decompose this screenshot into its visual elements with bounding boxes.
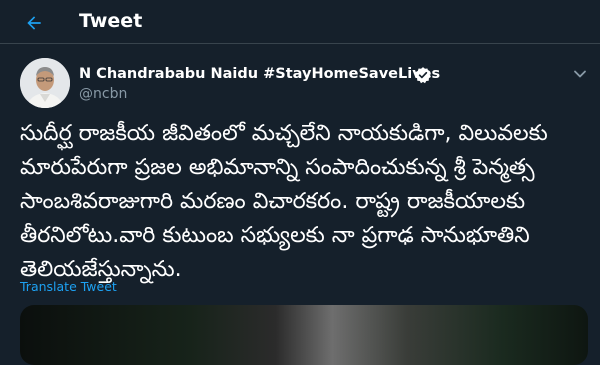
tweet-text-line: సాంబశివరాజుగారి మరణం విచారకరం. రాష్ట్ర ర…	[20, 189, 526, 214]
avatar[interactable]	[20, 58, 70, 108]
author-handle[interactable]: @ncbn	[79, 86, 127, 102]
tweet-text-line: తీరనిలోటు.వారి కుటుంబ సభ్యులకు నా ప్రగాఢ…	[20, 223, 530, 248]
tweet-text: సుదీర్ఘ రాజకీయ జీవితంలో మచ్చలేని నాయకుడి…	[20, 117, 590, 287]
author-name[interactable]: N Chandrababu Naidu #StayHomeSaveLives	[79, 66, 440, 82]
page-title: Tweet	[79, 10, 143, 32]
translate-tweet-link[interactable]: Translate Tweet	[20, 279, 117, 294]
tweet-text-line: సుదీర్ఘ రాజకీయ జీవితంలో మచ్చలేని నాయకుడి…	[20, 121, 548, 146]
arrow-left-icon	[27, 16, 41, 30]
tweet-header: Tweet	[0, 0, 600, 44]
tweet-text-line: మారుపేరుగా ప్రజల అభిమానాన్ని సంపాదించుకు…	[20, 155, 535, 180]
verified-badge-icon	[415, 67, 431, 84]
chevron-down-icon	[574, 70, 586, 78]
tweet-media-image[interactable]	[20, 305, 588, 365]
back-button[interactable]	[20, 9, 48, 37]
more-options-button[interactable]	[570, 64, 590, 84]
